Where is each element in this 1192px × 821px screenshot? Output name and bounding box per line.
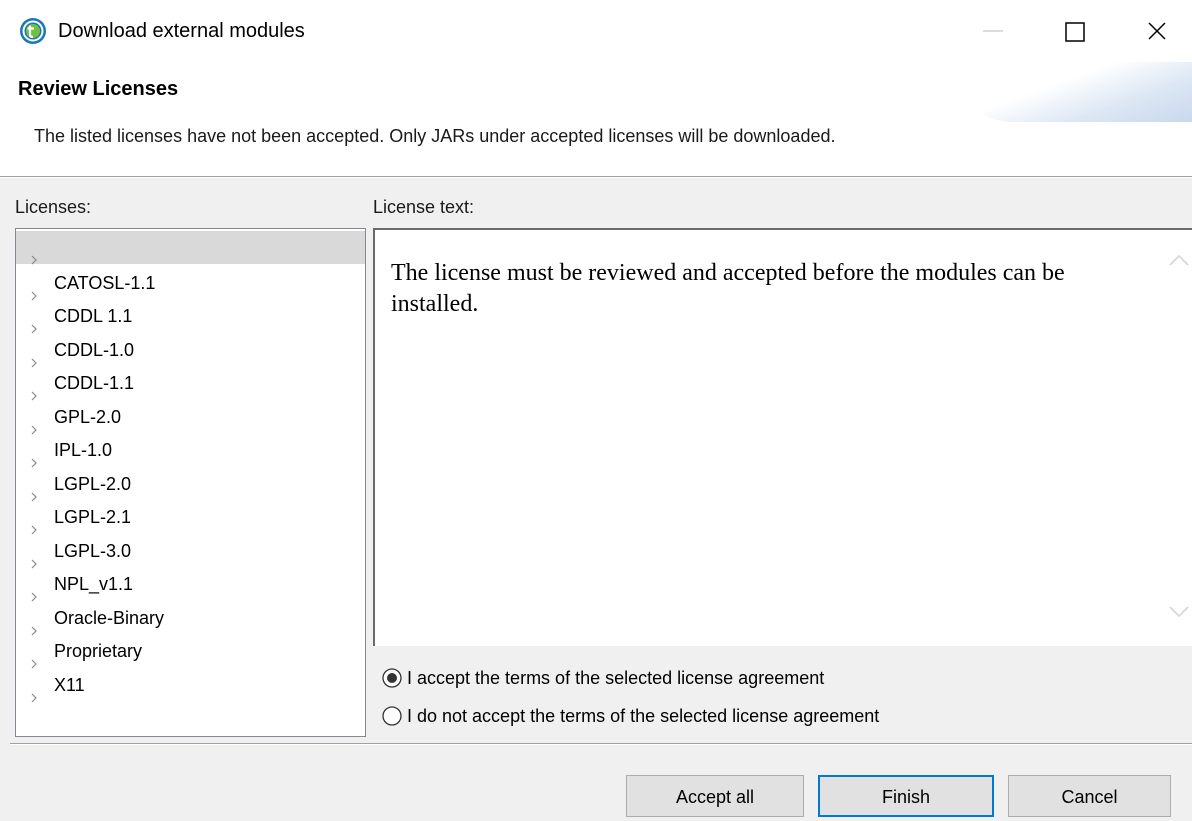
license-text-body: The license must be reviewed and accepte… bbox=[391, 260, 1065, 317]
license-item-label: CDDL-1.1 bbox=[54, 373, 135, 393]
maximize-icon[interactable] bbox=[1051, 8, 1097, 54]
license-item-label: Proprietary bbox=[54, 641, 143, 661]
licenses-label: Licenses: bbox=[15, 197, 92, 217]
license-item[interactable]: LGPL-2.1 bbox=[16, 501, 365, 535]
license-item[interactable]: Oracle-Binary bbox=[16, 602, 365, 635]
chevron-right-icon[interactable] bbox=[30, 614, 38, 635]
license-item[interactable] bbox=[16, 231, 365, 265]
chevron-right-icon[interactable] bbox=[30, 243, 38, 265]
wizard-header: Review Licenses The listed licenses have… bbox=[0, 62, 1192, 177]
license-item[interactable]: LGPL-3.0 bbox=[16, 535, 365, 568]
license-item-label: LGPL-3.0 bbox=[54, 540, 132, 561]
scroll-up-arrow-icon[interactable] bbox=[1167, 250, 1191, 270]
chevron-right-icon[interactable] bbox=[30, 379, 38, 401]
chevron-right-icon[interactable] bbox=[30, 547, 38, 568]
footer-separator-highlight bbox=[10, 744, 1192, 745]
talend-app-icon bbox=[19, 17, 47, 45]
license-text-area[interactable]: The license must be reviewed and accepte… bbox=[373, 228, 1192, 646]
license-item-label: IPL-1.0 bbox=[54, 440, 113, 460]
license-item[interactable]: CATOSL-1.1 bbox=[16, 267, 365, 300]
license-item[interactable]: CDDL-1.0 bbox=[16, 334, 365, 367]
license-item[interactable]: Proprietary bbox=[16, 635, 365, 669]
license-item-label: CATOSL-1.1 bbox=[54, 272, 156, 293]
license-item-label: NPL_v1.1 bbox=[54, 574, 134, 594]
decline-terms-label[interactable]: I do not accept the terms of the selecte… bbox=[407, 703, 879, 729]
license-item[interactable]: CDDL-1.1 bbox=[16, 367, 365, 401]
scroll-down-arrow-icon[interactable] bbox=[1167, 602, 1191, 622]
title-bar: Download external modules bbox=[0, 0, 1192, 62]
license-item[interactable]: NPL_v1.1 bbox=[16, 568, 365, 602]
page-title: Review Licenses bbox=[18, 78, 179, 100]
radio-unselected-icon[interactable] bbox=[382, 706, 402, 726]
chevron-right-icon[interactable] bbox=[30, 580, 38, 602]
license-item-label: LGPL-2.0 bbox=[54, 473, 132, 494]
header-banner-graphic bbox=[952, 62, 1192, 122]
minimize-icon[interactable] bbox=[970, 8, 1016, 54]
accept-terms-label[interactable]: I accept the terms of the selected licen… bbox=[407, 665, 824, 691]
accept-all-button[interactable]: Accept all bbox=[626, 775, 804, 817]
header-separator-highlight bbox=[0, 177, 1192, 178]
chevron-right-icon[interactable] bbox=[30, 681, 38, 702]
license-item[interactable]: GPL-2.0 bbox=[16, 401, 365, 434]
close-icon[interactable] bbox=[1134, 8, 1180, 54]
chevron-right-icon[interactable] bbox=[30, 480, 38, 501]
cancel-button[interactable]: Cancel bbox=[1008, 775, 1171, 817]
chevron-right-icon[interactable] bbox=[30, 413, 38, 434]
finish-button[interactable]: Finish bbox=[818, 775, 994, 817]
license-text-label: License text: bbox=[373, 197, 475, 217]
chevron-right-icon[interactable] bbox=[30, 446, 38, 468]
license-item-label: CDDL-1.0 bbox=[54, 339, 135, 360]
page-description: The listed licenses have not been accept… bbox=[34, 126, 836, 146]
license-item[interactable]: X11 bbox=[16, 669, 365, 702]
chevron-right-icon[interactable] bbox=[30, 647, 38, 669]
chevron-right-icon[interactable] bbox=[30, 279, 38, 300]
chevron-right-icon[interactable] bbox=[30, 346, 38, 367]
chevron-right-icon[interactable] bbox=[30, 312, 38, 334]
window-title: Download external modules bbox=[58, 20, 305, 42]
license-item[interactable]: LGPL-2.0 bbox=[16, 468, 365, 501]
license-tree[interactable]: CATOSL-1.1 CDDL 1.1 CDDL-1.0 CDDL-1.1 GPL-2.… bbox=[15, 228, 366, 737]
license-item-label: X11 bbox=[54, 674, 85, 695]
license-item[interactable]: CDDL 1.1 bbox=[16, 300, 365, 334]
license-item-label: LGPL-2.1 bbox=[54, 507, 132, 527]
radio-selected-icon[interactable] bbox=[382, 668, 402, 688]
license-item-label: Oracle-Binary bbox=[54, 607, 165, 628]
chevron-right-icon[interactable] bbox=[30, 513, 38, 535]
license-item-label: CDDL 1.1 bbox=[54, 306, 133, 326]
license-item-label: GPL-2.0 bbox=[54, 406, 122, 427]
license-item[interactable]: IPL-1.0 bbox=[16, 434, 365, 468]
